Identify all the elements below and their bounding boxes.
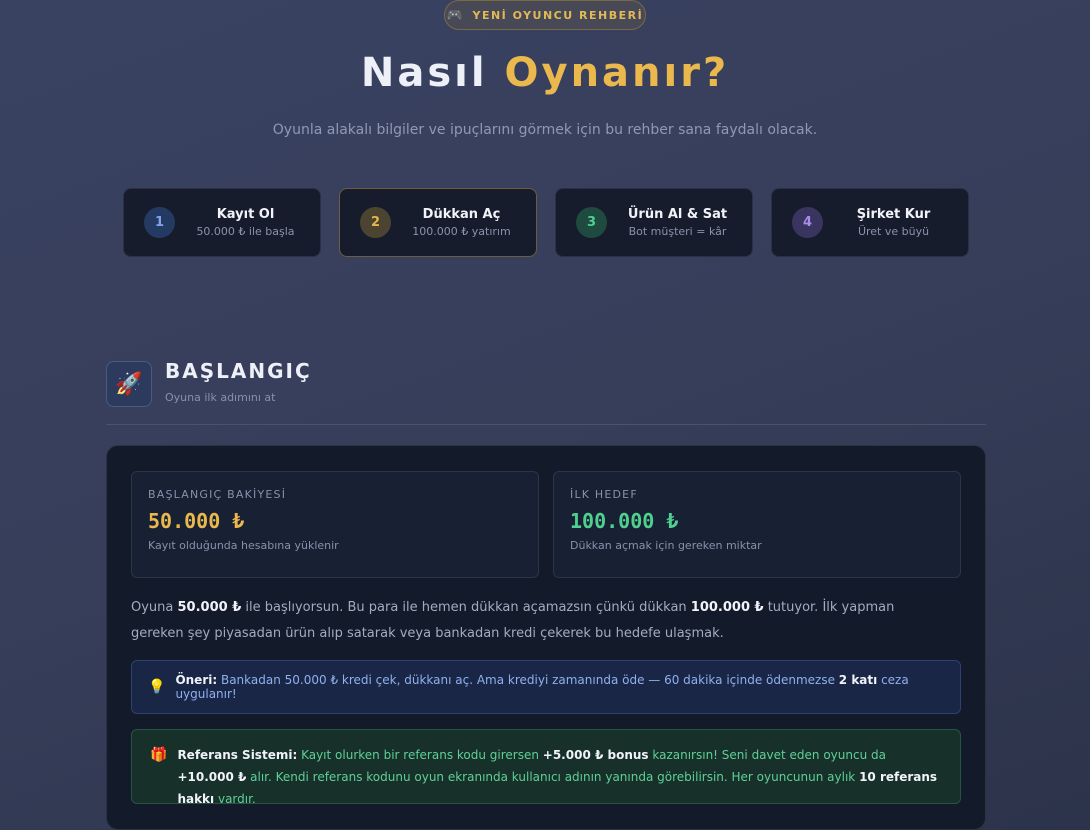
tip-label: Öneri: [175,673,218,687]
step-number: 1 [144,207,175,238]
rocket-icon: 🚀 [106,361,152,407]
step-number: 3 [576,207,607,238]
step-subtitle: Üret ve büyü [857,225,930,238]
step-card-shop[interactable]: 2 Dükkan Aç 100.000 ₺ yatırım [339,188,537,257]
stat-value: 100.000 ₺ [570,509,679,533]
section-subtitle: Oyuna ilk adımını at [165,391,276,404]
step-title: Dükkan Aç [422,207,501,222]
step-subtitle: 100.000 ₺ yatırım [412,225,511,238]
step-title: Kayıt Ol [216,207,275,222]
lightbulb-icon: 💡 [148,679,166,695]
steps-row: 1 Kayıt Ol 50.000 ₺ ile başla 2 Dükkan A… [123,188,969,257]
section-divider [106,424,986,425]
step-title: Şirket Kur [856,207,931,222]
step-subtitle: Bot müşteri = kâr [628,225,727,238]
guide-badge: 🎮 YENİ OYUNCU REHBERİ [444,0,646,30]
stat-label: BAŞLANGIÇ BAKİYESİ [148,488,287,501]
page-title: Nasıl Oynanır? [0,50,1090,96]
step-card-register[interactable]: 1 Kayıt Ol 50.000 ₺ ile başla [123,188,321,257]
stat-description: Dükkan açmak için gereken miktar [570,539,762,552]
section-title: BAŞLANGIÇ [165,359,312,383]
stat-label: İLK HEDEF [570,488,638,501]
stat-value: 50.000 ₺ [148,509,245,533]
stat-card-first-goal: İLK HEDEF 100.000 ₺ Dükkan açmak için ge… [553,471,961,578]
start-panel: BAŞLANGIÇ BAKİYESİ 50.000 ₺ Kayıt olduğu… [106,445,986,830]
gift-icon: 🎁 [150,747,168,763]
stat-card-start-balance: BAŞLANGIÇ BAKİYESİ 50.000 ₺ Kayıt olduğu… [131,471,539,578]
intro-paragraph: Oyuna 50.000 ₺ ile başlıyorsun. Bu para … [131,600,895,641]
referral-label: Referans Sistemi: [177,748,298,762]
step-card-trade[interactable]: 3 Ürün Al & Sat Bot müşteri = kâr [555,188,753,257]
title-accent: Oynanır? [504,50,730,96]
step-card-company[interactable]: 4 Şirket Kur Üret ve büyü [771,188,969,257]
stat-description: Kayıt olduğunda hesabına yüklenir [148,539,339,552]
step-title: Ürün Al & Sat [627,207,728,222]
title-main: Nasıl [360,50,488,96]
badge-label: YENİ OYUNCU REHBERİ [472,8,644,22]
referral-callout: 🎁 Referans Sistemi: Kayıt olurken bir re… [131,729,961,806]
step-number: 4 [792,207,823,238]
tip-callout: 💡 Öneri: Bankadan 50.000 ₺ kredi çek, dü… [131,660,961,714]
gamepad-icon: 🎮 [446,7,465,23]
step-subtitle: 50.000 ₺ ile başla [196,225,295,238]
step-number: 2 [360,207,391,238]
page-subtitle: Oyunla alakalı bilgiler ve ipuçlarını gö… [272,122,818,138]
